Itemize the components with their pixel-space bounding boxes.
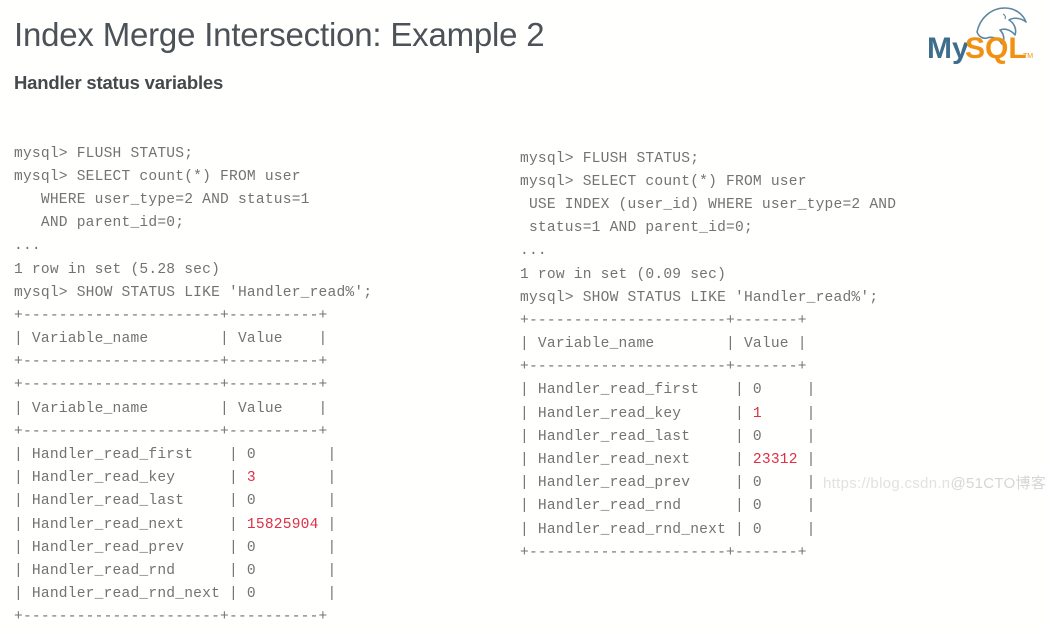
- table-cell-padding: |: [761, 521, 816, 538]
- table-cell-value: 0: [246, 562, 256, 579]
- console-line: USE INDEX (user_id) WHERE user_type=2 AN…: [520, 196, 897, 213]
- table-cell-variable-name: | Handler_read_next |: [520, 452, 753, 469]
- table-row: | Handler_read_rnd | 0 |: [14, 560, 372, 583]
- table-cell-padding: |: [255, 539, 337, 556]
- table-cell-value: 0: [246, 586, 256, 603]
- table-cell-value: 0: [752, 382, 762, 399]
- mysql-trademark-icon: TM: [1023, 53, 1033, 60]
- table-cell-variable-name: | Handler_read_first |: [14, 447, 247, 464]
- table-cell-value: 0: [752, 521, 762, 538]
- table-cell-variable-name: | Handler_read_last |: [14, 493, 247, 510]
- table-cell-value: 23312: [752, 452, 798, 469]
- table-cell-variable-name: | Handler_read_rnd |: [520, 498, 753, 515]
- table-border-bottom: +----------------------+-------+: [520, 544, 807, 561]
- table-row: | Handler_read_key | 1 |: [520, 403, 896, 426]
- console-line: +----------------------+----------+: [14, 354, 328, 371]
- watermark-site: @51CTO博客: [950, 475, 1045, 492]
- table-border-top: +----------------------+-------+: [520, 312, 807, 329]
- table-border-mid: +----------------------+-------+: [520, 359, 807, 376]
- page-subtitle: Handler status variables: [14, 72, 224, 93]
- console-line: mysql> SELECT count(*) FROM user: [14, 168, 301, 185]
- table-cell-padding: |: [761, 405, 816, 422]
- table-cell-padding: |: [255, 447, 337, 464]
- console-line: mysql> SHOW STATUS LIKE 'Handler_read%';: [14, 284, 373, 301]
- table-row: | Handler_read_last | 0 |: [14, 490, 372, 513]
- mysql-wordmark-sql: SQL: [965, 32, 1027, 65]
- console-line: | Variable_name | Value |: [14, 331, 328, 348]
- table-cell-value: 1: [752, 405, 762, 422]
- table-cell-variable-name: | Handler_read_first |: [520, 382, 753, 399]
- mysql-logo: My SQL TM: [925, 6, 1033, 68]
- console-line: AND parent_id=0;: [14, 215, 185, 232]
- table-cell-variable-name: | Handler_read_key |: [520, 405, 753, 422]
- table-cell-value: 3: [246, 470, 256, 487]
- table-cell-value: 15825904: [246, 516, 319, 533]
- table-row: | Handler_read_rnd_next | 0 |: [14, 583, 372, 606]
- console-line: mysql> SELECT count(*) FROM user: [520, 173, 807, 190]
- console-line: mysql> FLUSH STATUS;: [14, 145, 194, 162]
- mysql-wordmark-my: My: [927, 32, 969, 65]
- table-row: | Handler_read_next | 23312 |: [520, 449, 896, 472]
- table-cell-value: 0: [752, 498, 762, 515]
- table-border-mid: +----------------------+----------+: [14, 423, 328, 440]
- left-console-output: mysql> FLUSH STATUS; mysql> SELECT count(…: [14, 143, 372, 630]
- console-line: mysql> FLUSH STATUS;: [520, 150, 700, 167]
- table-cell-variable-name: | Handler_read_last |: [520, 428, 753, 445]
- watermark-url: https://blog.csdn.n: [823, 475, 951, 492]
- table-border-bottom: +----------------------+----------+: [14, 609, 328, 626]
- table-row: | Handler_read_last | 0 |: [520, 426, 896, 449]
- table-cell-variable-name: | Handler_read_next |: [14, 516, 247, 533]
- table-cell-padding: |: [255, 470, 337, 487]
- table-cell-value: 0: [752, 428, 762, 445]
- table-header-row: | Variable_name | Value |: [520, 336, 807, 353]
- table-row: | Handler_read_prev | 0 |: [14, 537, 372, 560]
- table-cell-variable-name: | Handler_read_rnd_next |: [520, 521, 753, 538]
- slide-header: Index Merge Intersection: Example 2 Hand…: [0, 0, 1045, 112]
- table-header-row: | Variable_name | Value |: [14, 400, 328, 417]
- table-cell-padding: |: [797, 452, 816, 469]
- table-cell-padding: |: [761, 382, 816, 399]
- table-cell-padding: |: [255, 562, 337, 579]
- watermark: https://blog.csdn.n@51CTO博客: [823, 472, 1045, 493]
- table-cell-value: 0: [246, 447, 256, 464]
- table-cell-padding: |: [318, 516, 337, 533]
- page-title: Index Merge Intersection: Example 2: [14, 16, 545, 53]
- table-cell-variable-name: | Handler_read_rnd |: [14, 562, 247, 579]
- console-line: status=1 AND parent_id=0;: [520, 220, 753, 237]
- table-row: | Handler_read_first | 0 |: [520, 379, 896, 402]
- table-cell-padding: |: [761, 428, 816, 445]
- table-cell-variable-name: | Handler_read_prev |: [14, 539, 247, 556]
- table-cell-value: 0: [752, 475, 762, 492]
- console-line: mysql> SHOW STATUS LIKE 'Handler_read%';: [520, 289, 879, 306]
- table-border-top: +----------------------+----------+: [14, 377, 328, 394]
- console-line: 1 row in set (5.28 sec): [14, 261, 221, 278]
- table-row: | Handler_read_rnd_next | 0 |: [520, 519, 896, 542]
- console-line: WHERE user_type=2 AND status=1: [14, 191, 310, 208]
- table-row: | Handler_read_key | 3 |: [14, 467, 372, 490]
- console-line: +----------------------+----------+: [14, 307, 328, 324]
- table-cell-value: 0: [246, 539, 256, 556]
- table-cell-padding: |: [761, 475, 816, 492]
- table-cell-padding: |: [761, 498, 816, 515]
- right-console-output: mysql> FLUSH STATUS; mysql> SELECT count(…: [520, 148, 896, 565]
- table-cell-padding: |: [255, 493, 337, 510]
- console-line: ...: [14, 238, 41, 255]
- table-row: | Handler_read_first | 0 |: [14, 444, 372, 467]
- table-cell-variable-name: | Handler_read_key |: [14, 470, 247, 487]
- table-row: | Handler_read_rnd | 0 |: [520, 495, 896, 518]
- table-cell-value: 0: [246, 493, 256, 510]
- table-row: | Handler_read_next | 15825904 |: [14, 514, 372, 537]
- table-cell-variable-name: | Handler_read_prev |: [520, 475, 753, 492]
- console-line: 1 row in set (0.09 sec): [520, 266, 727, 283]
- table-cell-variable-name: | Handler_read_rnd_next |: [14, 586, 247, 603]
- console-line: ...: [520, 243, 547, 260]
- table-cell-padding: |: [255, 586, 337, 603]
